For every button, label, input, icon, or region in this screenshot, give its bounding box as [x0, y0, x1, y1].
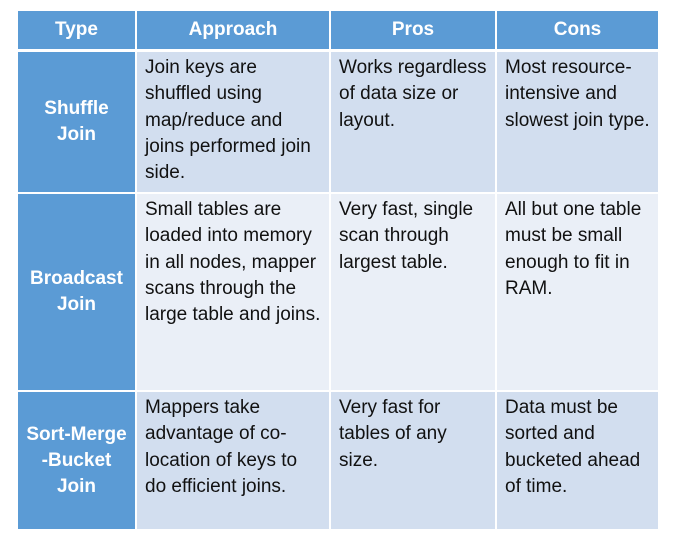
header-pros: Pros: [330, 11, 497, 52]
pros-cell: Very fast, single scan through largest t…: [330, 193, 497, 392]
table-row: Sort-Merge -Bucket Join Mappers take adv…: [18, 391, 658, 531]
cons-cell: All but one table must be small enough t…: [496, 193, 658, 392]
approach-cell: Join keys are shuffled using map/reduce …: [136, 50, 331, 194]
type-label: Sort-Merge -Bucket Join: [26, 423, 127, 497]
table-row: Shuffle Join Join keys are shuffled usin…: [18, 50, 658, 194]
header-cons: Cons: [496, 11, 658, 52]
pros-cell: Very fast for tables of any size.: [330, 391, 497, 531]
header-approach: Approach: [136, 11, 331, 52]
join-types-table: Type Approach Pros Cons Shuffle Join Joi…: [18, 11, 658, 531]
cons-cell: Most resource-intensive and slowest join…: [496, 50, 658, 194]
table-body: Shuffle Join Join keys are shuffled usin…: [18, 50, 658, 531]
approach-cell: Small tables are loaded into memory in a…: [136, 193, 331, 392]
cons-cell: Data must be sorted and bucketed ahead o…: [496, 391, 658, 531]
join-types-table-container: Type Approach Pros Cons Shuffle Join Joi…: [18, 11, 658, 531]
approach-cell: Mappers take advantage of co-location of…: [136, 391, 331, 531]
type-cell: Broadcast Join: [18, 193, 137, 392]
type-label: Broadcast Join: [30, 268, 123, 315]
type-cell: Shuffle Join: [18, 50, 137, 194]
pros-cell: Works regardless of data size or layout.: [330, 50, 497, 194]
type-cell: Sort-Merge -Bucket Join: [18, 391, 137, 531]
table-header: Type Approach Pros Cons: [18, 11, 658, 52]
header-row: Type Approach Pros Cons: [18, 11, 658, 52]
type-label: Shuffle Join: [44, 98, 109, 145]
table-row: Broadcast Join Small tables are loaded i…: [18, 193, 658, 392]
header-type: Type: [18, 11, 137, 52]
